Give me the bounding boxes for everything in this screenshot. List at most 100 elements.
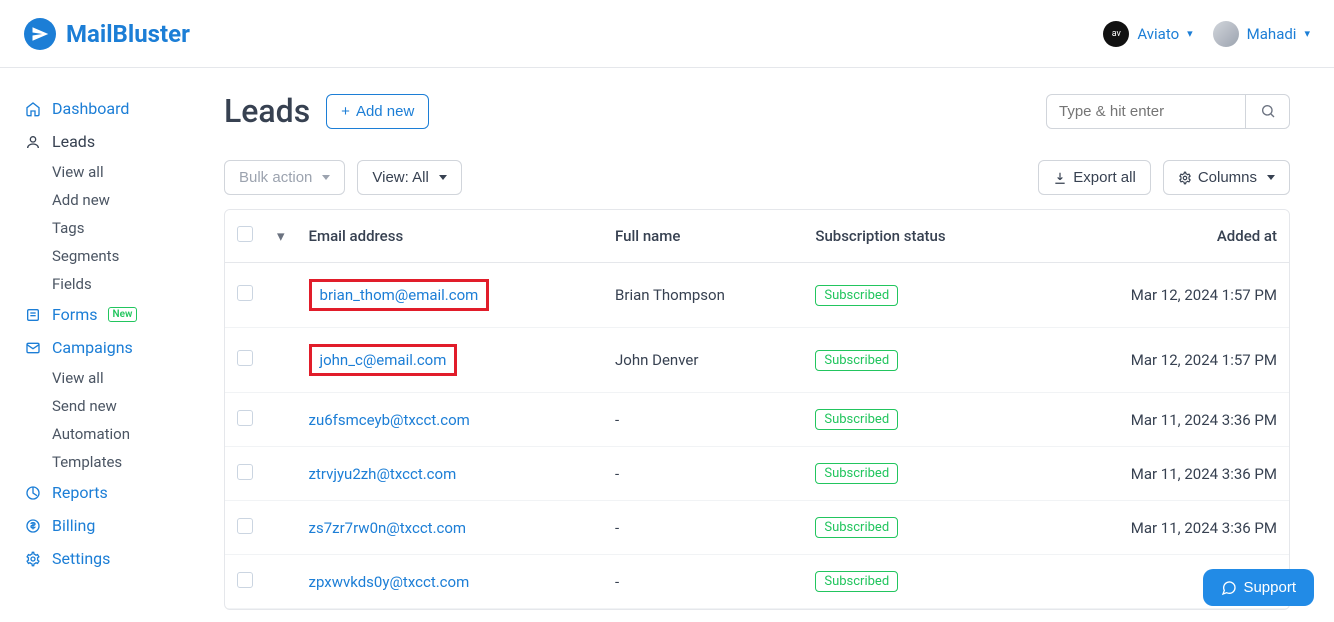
page-title: Leads [224,92,310,130]
cell-name: - [603,447,803,501]
nav-label: Reports [52,483,108,502]
nav-campaigns[interactable]: Campaigns [24,331,200,364]
row-checkbox[interactable] [237,350,253,366]
chart-icon [24,485,42,501]
cell-status: Subscribed [803,555,1034,609]
nav-dashboard[interactable]: Dashboard [24,92,200,125]
cell-added: Mar 12, 2024 1:57 PM [1034,263,1289,328]
user-menu[interactable]: Mahadi ▾ [1213,21,1310,47]
view-filter-button[interactable]: View: All [357,160,461,195]
cell-email: john_c@email.com [297,328,603,393]
row-checkbox[interactable] [237,285,253,301]
nav-billing[interactable]: Billing [24,509,200,542]
col-status[interactable]: Subscription status [803,210,1034,263]
columns-button[interactable]: Columns [1163,160,1290,195]
plus-icon: + [341,103,350,120]
sidebar: Dashboard Leads View all Add new Tags Se… [0,68,200,622]
brand-switcher[interactable]: av Aviato ▾ [1103,21,1192,47]
table-row: brian_thom@email.com Brian Thompson Subs… [225,263,1289,328]
email-link[interactable]: zu6fsmceyb@txcct.com [309,411,470,429]
cell-email: zu6fsmceyb@txcct.com [297,393,603,447]
cell-name: Brian Thompson [603,263,803,328]
mail-icon [24,340,42,356]
cell-email: brian_thom@email.com [297,263,603,328]
add-new-button[interactable]: + Add new [326,94,429,129]
row-checkbox[interactable] [237,410,253,426]
status-badge: Subscribed [815,463,898,484]
nav-leads-tags[interactable]: Tags [52,214,200,242]
nav-leads-segments[interactable]: Segments [52,242,200,270]
chat-icon [1221,580,1237,596]
main-content: Leads + Add new Bulk action View: All [200,68,1334,622]
button-label: View: All [372,169,428,186]
brand-name: Aviato [1137,25,1179,43]
cell-name: - [603,555,803,609]
gear-icon [24,551,42,567]
user-icon [24,134,42,150]
nav-camp-sendnew[interactable]: Send new [52,392,200,420]
row-checkbox[interactable] [237,518,253,534]
cell-email: zpxwvkds0y@txcct.com [297,555,603,609]
row-checkbox[interactable] [237,572,253,588]
new-badge: New [108,307,138,322]
brand-avatar: av [1103,21,1129,47]
cell-added: Mar 11, 2024 3:36 PM [1034,501,1289,555]
email-link[interactable]: brian_thom@email.com [320,286,479,304]
cell-name: - [603,501,803,555]
search-icon [1260,103,1276,119]
nav-camp-templates[interactable]: Templates [52,448,200,476]
chevron-down-icon: ▾ [1304,27,1310,40]
download-icon [1053,171,1067,185]
col-email[interactable]: Email address [297,210,603,263]
nav-label: Forms [52,305,98,324]
nav-forms[interactable]: Forms New [24,298,200,331]
select-all-checkbox[interactable] [237,226,253,242]
cell-added: Mar 12, 2024 1:57 PM [1034,328,1289,393]
status-badge: Subscribed [815,517,898,538]
home-icon [24,101,42,117]
nav-reports[interactable]: Reports [24,476,200,509]
table-row: ztrvjyu2zh@txcct.com - Subscribed Mar 11… [225,447,1289,501]
table-row: zpxwvkds0y@txcct.com - Subscribed Mar 11… [225,555,1289,609]
leads-table: ▾ Email address Full name Subscription s… [225,210,1289,609]
button-label: Export all [1073,169,1136,186]
nav-camp-automation[interactable]: Automation [52,420,200,448]
nav-label: Leads [52,132,95,151]
product-name: MailBluster [66,20,190,48]
cell-name: - [603,393,803,447]
logo[interactable]: MailBluster [24,18,190,50]
support-button[interactable]: Support [1203,569,1314,606]
email-link[interactable]: john_c@email.com [320,351,447,369]
logo-icon [24,18,56,50]
search-button[interactable] [1246,94,1290,129]
cell-added: Mar 11, 2024 3:36 PM [1034,447,1289,501]
col-name[interactable]: Full name [603,210,803,263]
cell-status: Subscribed [803,447,1034,501]
export-all-button[interactable]: Export all [1038,160,1151,195]
status-badge: Subscribed [815,409,898,430]
form-icon [24,307,42,323]
email-link[interactable]: ztrvjyu2zh@txcct.com [309,465,457,483]
status-badge: Subscribed [815,285,898,306]
table-row: john_c@email.com John Denver Subscribed … [225,328,1289,393]
col-added[interactable]: Added at [1034,210,1289,263]
support-label: Support [1243,579,1296,596]
user-avatar [1213,21,1239,47]
nav-label: Dashboard [52,99,129,118]
row-checkbox[interactable] [237,464,253,480]
email-link[interactable]: zpxwvkds0y@txcct.com [309,573,470,591]
nav-leads-addnew[interactable]: Add new [52,186,200,214]
button-label: Bulk action [239,169,312,186]
table-row: zs7zr7rw0n@txcct.com - Subscribed Mar 11… [225,501,1289,555]
chevron-down-icon[interactable]: ▾ [277,227,285,245]
nav-leads-fields[interactable]: Fields [52,270,200,298]
nav-camp-viewall[interactable]: View all [52,364,200,392]
search-input[interactable] [1046,94,1246,129]
chevron-down-icon: ▾ [1187,27,1193,40]
dollar-icon [24,518,42,534]
email-link[interactable]: zs7zr7rw0n@txcct.com [309,519,467,537]
nav-settings[interactable]: Settings [24,542,200,575]
nav-leads[interactable]: Leads [24,125,200,158]
bulk-action-button[interactable]: Bulk action [224,160,345,195]
nav-leads-viewall[interactable]: View all [52,158,200,186]
